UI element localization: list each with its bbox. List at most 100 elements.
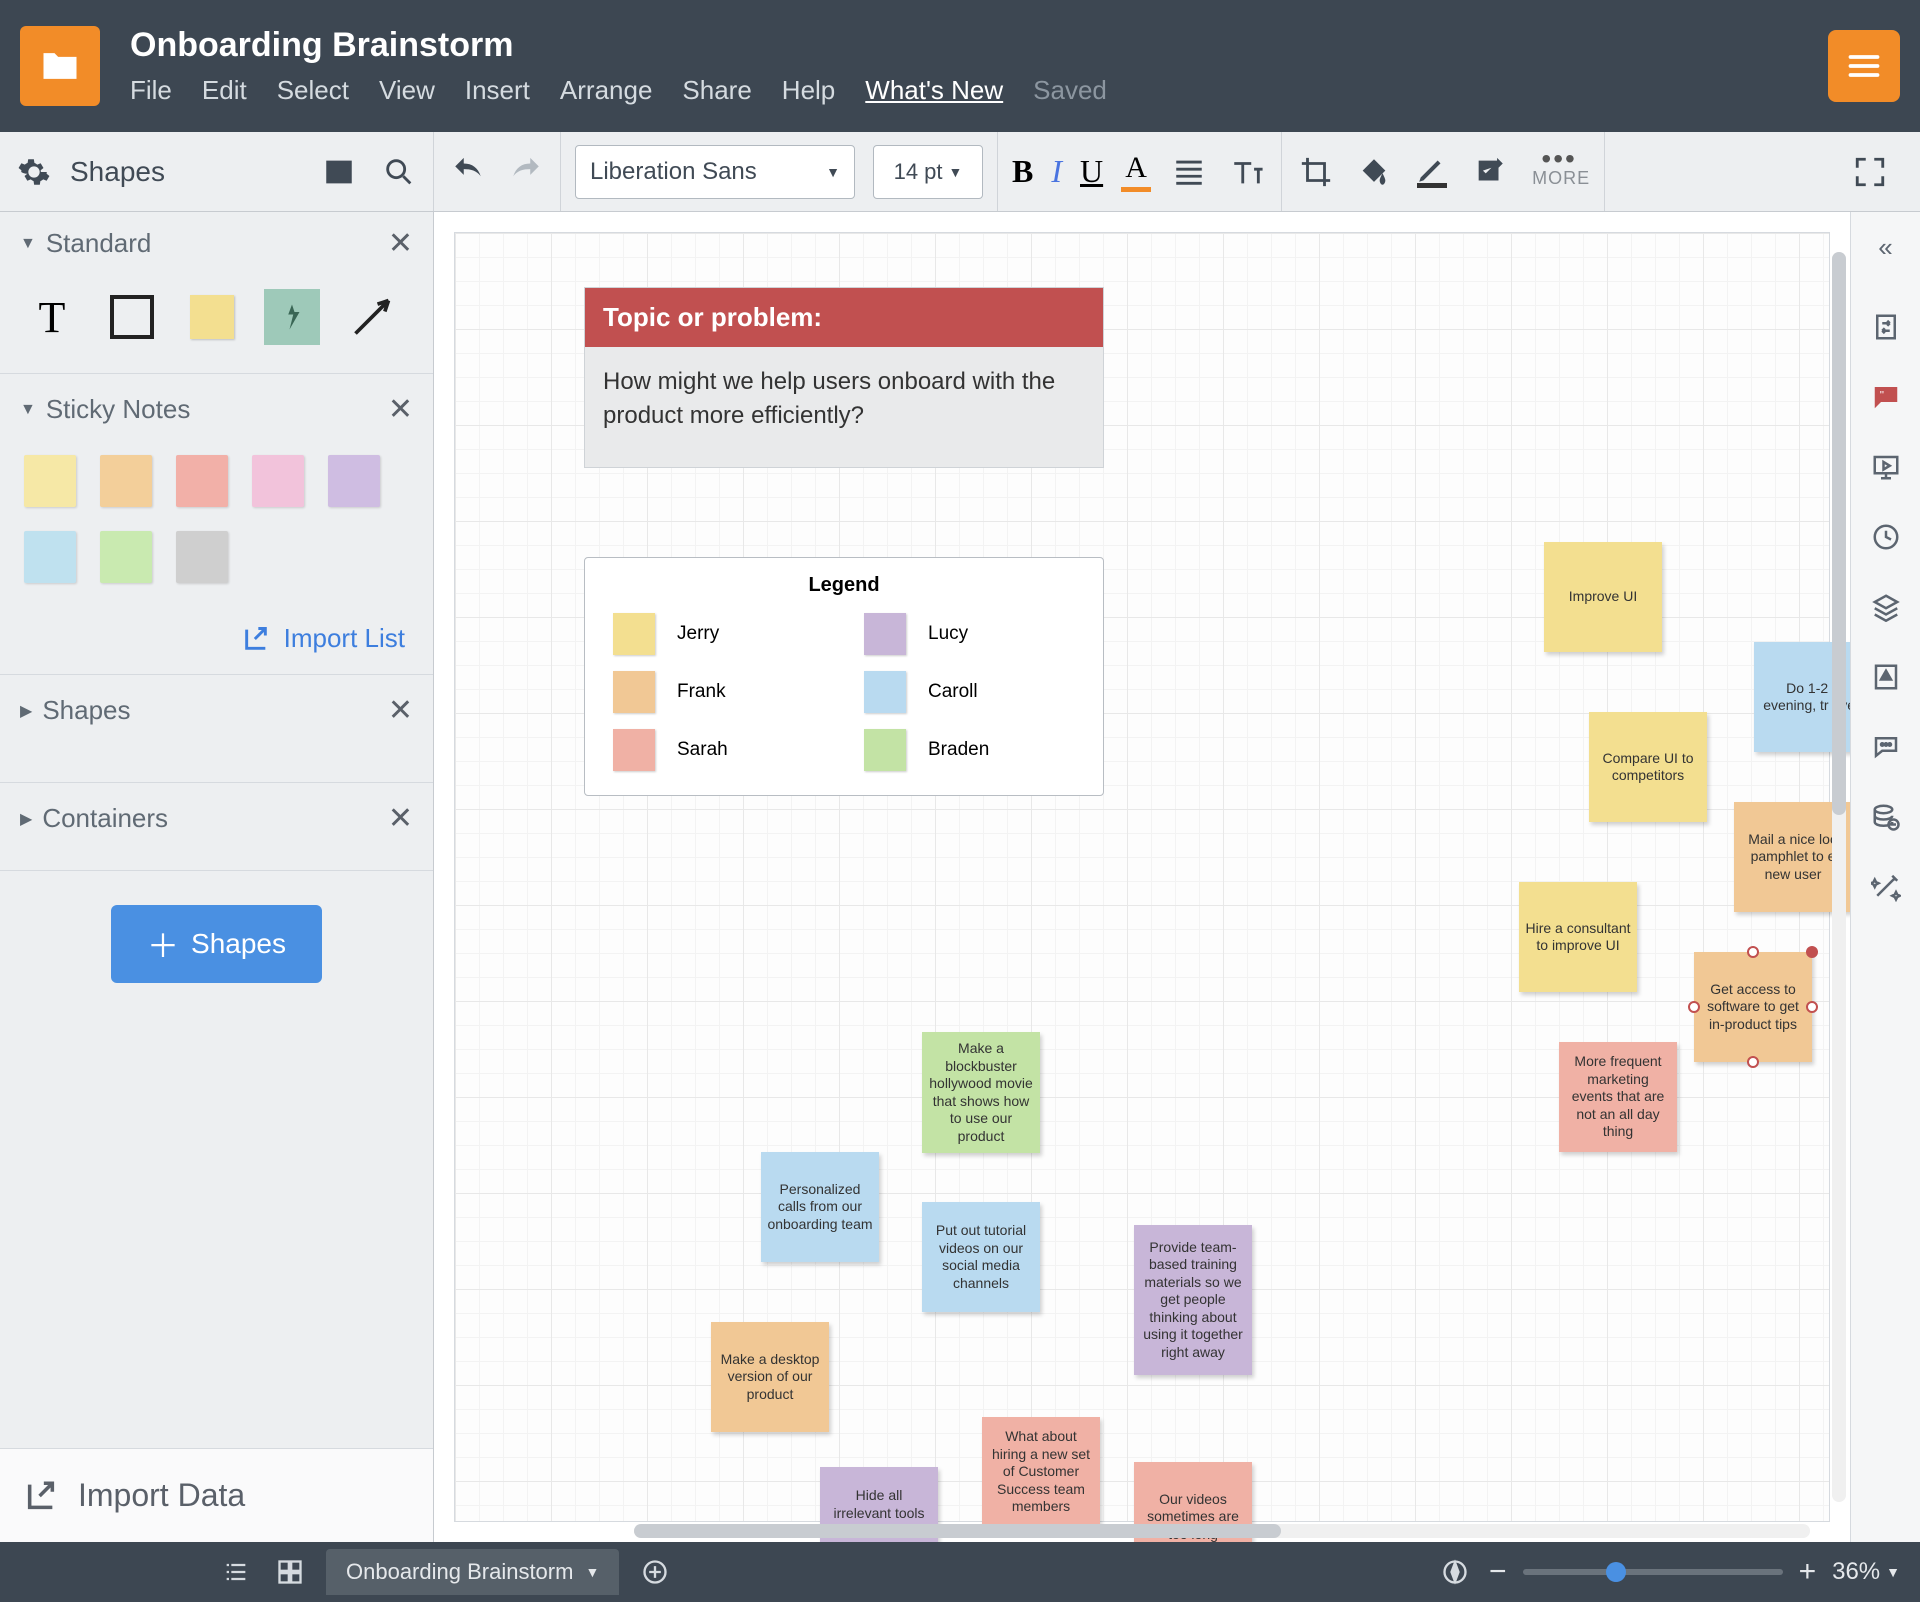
data-link-icon[interactable] — [1866, 797, 1906, 837]
sticky-swatch[interactable] — [176, 531, 228, 583]
close-icon[interactable]: ✕ — [388, 693, 413, 728]
sticky-note[interactable]: Compare UI to competitors — [1589, 712, 1707, 822]
selection-handle[interactable] — [1806, 1001, 1818, 1013]
sticky-swatch[interactable] — [24, 531, 76, 583]
category-sticky-header[interactable]: ▼ Sticky Notes ✕ — [0, 378, 433, 441]
font-color-button[interactable]: A — [1121, 151, 1151, 192]
canvas-area[interactable]: Topic or problem: How might we help user… — [434, 212, 1850, 1542]
app-logo[interactable] — [20, 26, 100, 106]
crop-icon[interactable] — [1296, 152, 1336, 192]
gear-icon[interactable] — [14, 152, 54, 192]
slider-knob[interactable] — [1606, 1562, 1626, 1582]
sticky-note[interactable]: Provide team-based training materials so… — [1134, 1225, 1252, 1375]
import-data-button[interactable]: Import Data — [0, 1448, 433, 1542]
app-header: Onboarding Brainstorm File Edit Select V… — [0, 0, 1920, 132]
more-button[interactable]: ••• MORE — [1528, 154, 1590, 189]
sticky-note[interactable]: Improve UI — [1544, 542, 1662, 652]
menu-edit[interactable]: Edit — [202, 75, 247, 106]
comment-icon[interactable]: '' — [1866, 377, 1906, 417]
theme-icon[interactable] — [1866, 657, 1906, 697]
zoom-out-button[interactable]: − — [1489, 1555, 1507, 1589]
page-settings-icon[interactable] — [1866, 307, 1906, 347]
sticky-note[interactable]: Personalized calls from our onboarding t… — [761, 1152, 879, 1262]
bold-button[interactable]: B — [1012, 153, 1033, 190]
sticky-note[interactable]: More frequent marketing events that are … — [1559, 1042, 1677, 1152]
add-page-button[interactable] — [637, 1554, 673, 1590]
text-size-button[interactable] — [1227, 152, 1267, 192]
fullscreen-button[interactable] — [1850, 152, 1890, 192]
redo-button[interactable] — [506, 152, 546, 192]
add-shapes-button[interactable]: ＋ Shapes — [111, 905, 322, 983]
checklist-icon[interactable] — [1470, 152, 1510, 192]
italic-button[interactable]: I — [1051, 153, 1062, 190]
arrow-shape[interactable] — [344, 289, 400, 345]
search-icon[interactable] — [379, 152, 419, 192]
category-standard-header[interactable]: ▼ Standard ✕ — [0, 212, 433, 275]
font-size-select[interactable]: 14pt ▼ — [873, 145, 983, 199]
hamburger-menu-button[interactable] — [1828, 30, 1900, 102]
sticky-note[interactable]: Put out tutorial videos on our social me… — [922, 1202, 1040, 1312]
sticky-note[interactable]: Hire a consultant to improve UI — [1519, 882, 1637, 992]
sticky-shape[interactable] — [184, 289, 240, 345]
menu-file[interactable]: File — [130, 75, 172, 106]
page-tab[interactable]: Onboarding Brainstorm ▼ — [326, 1549, 619, 1595]
scrollbar-thumb[interactable] — [1832, 252, 1846, 815]
sticky-swatch[interactable] — [252, 455, 304, 507]
selection-handle[interactable] — [1806, 946, 1818, 958]
menu-share[interactable]: Share — [682, 75, 751, 106]
sticky-swatch[interactable] — [176, 455, 228, 507]
text-shape[interactable]: T — [24, 289, 80, 345]
font-family-select[interactable]: Liberation Sans ▼ — [575, 145, 855, 199]
sticky-note[interactable]: What about hiring a new set of Customer … — [982, 1417, 1100, 1527]
document-title[interactable]: Onboarding Brainstorm — [130, 26, 1828, 65]
sticky-swatch[interactable] — [100, 531, 152, 583]
zoom-level-dropdown[interactable]: 36% ▼ — [1832, 1558, 1900, 1586]
sticky-swatch[interactable] — [100, 455, 152, 507]
category-containers-header[interactable]: ▶ Containers ✕ — [0, 787, 433, 850]
menu-select[interactable]: Select — [277, 75, 349, 106]
horizontal-scrollbar[interactable] — [634, 1524, 1810, 1538]
close-icon[interactable]: ✕ — [388, 392, 413, 427]
selection-handle[interactable] — [1747, 1056, 1759, 1068]
import-list-button[interactable]: Import List — [214, 607, 433, 670]
align-button[interactable] — [1169, 152, 1209, 192]
compass-icon[interactable] — [1437, 1554, 1473, 1590]
grid-view-button[interactable] — [272, 1554, 308, 1590]
history-icon[interactable] — [1866, 517, 1906, 557]
zoom-in-button[interactable]: + — [1799, 1555, 1817, 1589]
menu-help[interactable]: Help — [782, 75, 835, 106]
collapse-rail-button[interactable]: « — [1878, 226, 1892, 277]
menu-view[interactable]: View — [379, 75, 435, 106]
magic-icon[interactable] — [1866, 867, 1906, 907]
topic-body[interactable]: How might we help users onboard with the… — [585, 347, 1103, 467]
rectangle-shape[interactable] — [104, 289, 160, 345]
scrollbar-thumb[interactable] — [634, 1524, 1281, 1538]
sticky-swatch[interactable] — [24, 455, 76, 507]
sticky-note[interactable]: Get access to software to get in-product… — [1694, 952, 1812, 1062]
topic-box[interactable]: Topic or problem: How might we help user… — [584, 287, 1104, 468]
category-shapes-header[interactable]: ▶ Shapes ✕ — [0, 679, 433, 742]
sticky-swatch[interactable] — [328, 455, 380, 507]
present-icon[interactable] — [1866, 447, 1906, 487]
close-icon[interactable]: ✕ — [388, 226, 413, 261]
undo-button[interactable] — [448, 152, 488, 192]
close-icon[interactable]: ✕ — [388, 801, 413, 836]
border-color-button[interactable] — [1412, 155, 1452, 188]
zoom-slider[interactable] — [1523, 1569, 1783, 1575]
sticky-note[interactable]: Make a blockbuster hollywood movie that … — [922, 1032, 1040, 1153]
sticky-note[interactable]: Make a desktop version of our product — [711, 1322, 829, 1432]
vertical-scrollbar[interactable] — [1832, 252, 1846, 1502]
fill-icon[interactable] — [1354, 152, 1394, 192]
outline-view-button[interactable] — [218, 1554, 254, 1590]
selection-handle[interactable] — [1747, 946, 1759, 958]
menu-whats-new[interactable]: What's New — [865, 75, 1003, 106]
legend-box[interactable]: Legend JerryLucyFrankCarollSarahBraden — [584, 557, 1104, 796]
underline-button[interactable]: U — [1080, 153, 1103, 190]
chat-icon[interactable] — [1866, 727, 1906, 767]
image-icon[interactable] — [319, 152, 359, 192]
layers-icon[interactable] — [1866, 587, 1906, 627]
menu-insert[interactable]: Insert — [465, 75, 530, 106]
selection-handle[interactable] — [1688, 1001, 1700, 1013]
menu-arrange[interactable]: Arrange — [560, 75, 653, 106]
action-shape[interactable] — [264, 289, 320, 345]
